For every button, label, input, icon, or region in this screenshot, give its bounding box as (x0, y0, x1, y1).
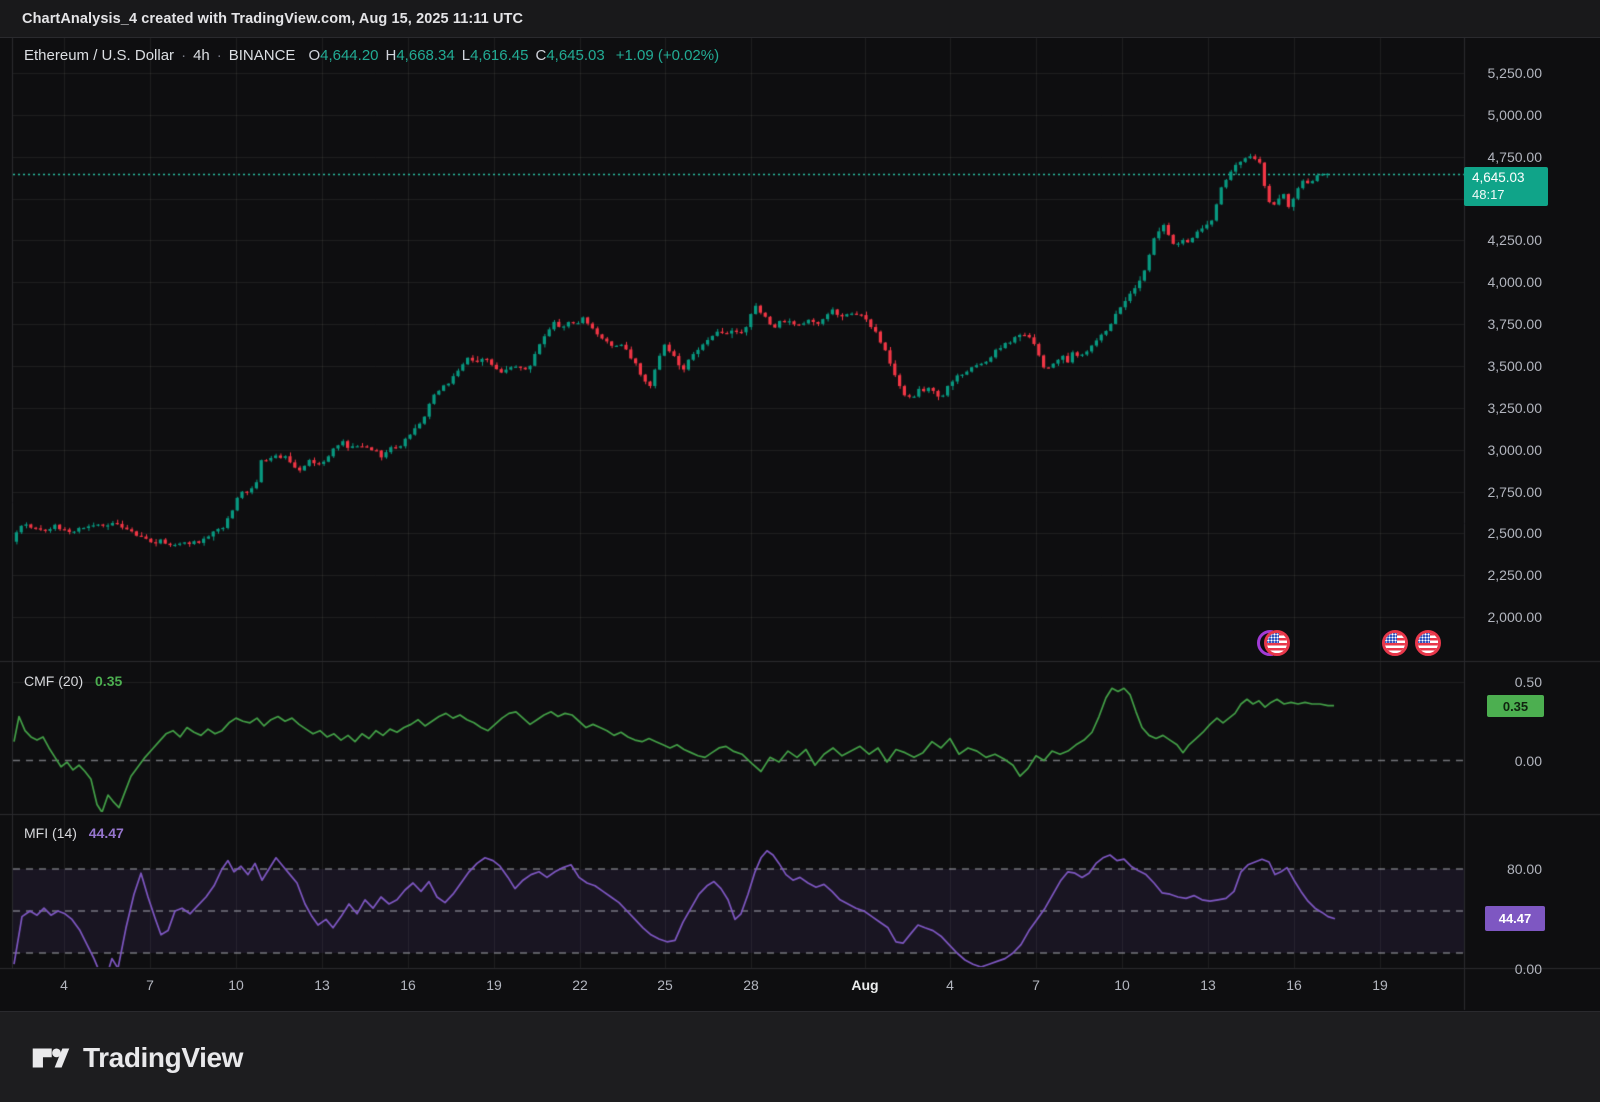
price-axis-label: 2,250.00 (1464, 567, 1542, 583)
exchange-label: BINANCE (229, 47, 296, 64)
price-axis-label: 5,000.00 (1464, 107, 1542, 123)
symbol-legend: Ethereum / U.S. Dollar · 4h · BINANCE O4… (24, 47, 719, 64)
header-bar: ChartAnalysis_4 created with TradingView… (0, 0, 1600, 38)
last-price-value: 4,645.03 (1472, 171, 1548, 185)
price-axis-label: 3,750.00 (1464, 316, 1542, 332)
time-axis-label: 4 (60, 977, 68, 993)
time-axis-label: 13 (314, 977, 330, 993)
interval-label[interactable]: 4h (193, 47, 210, 64)
price-axis-label: 3,250.00 (1464, 400, 1542, 416)
time-axis-label: 13 (1200, 977, 1216, 993)
footer-bar: TradingView (0, 1011, 1600, 1102)
legend-separator: · (181, 47, 186, 64)
change-value: +1.09 (+0.02%) (616, 47, 719, 64)
mfi-axis-label: 0.00 (1464, 961, 1542, 977)
price-axis-label: 3,500.00 (1464, 358, 1542, 374)
open-value: 4,644.20 (320, 47, 378, 64)
cmf-value-badge: 0.35 (1487, 695, 1544, 717)
time-axis-label: 22 (572, 977, 588, 993)
time-axis-label: 7 (146, 977, 154, 993)
symbol-name[interactable]: Ethereum / U.S. Dollar (24, 47, 174, 64)
high-value: 4,668.34 (396, 47, 454, 64)
flag-canton (1418, 633, 1430, 643)
low-letter: L (462, 47, 470, 64)
us-flag-event-icon[interactable] (1382, 630, 1408, 656)
close-letter: C (535, 47, 546, 64)
close-value: 4,645.03 (546, 47, 604, 64)
ohlc-close: C4,645.03 (535, 47, 604, 64)
tradingview-logo[interactable]: TradingView (32, 1042, 243, 1074)
tradingview-chart-window: ChartAnalysis_4 created with TradingView… (0, 0, 1600, 1102)
flag-canton (1385, 633, 1397, 643)
time-axis-label: 19 (486, 977, 502, 993)
cmf-axis-label: 0.00 (1464, 753, 1542, 769)
ohlc-high: H4,668.34 (386, 47, 455, 64)
cmf-axis-label: 0.50 (1464, 674, 1542, 690)
time-axis-label: 25 (657, 977, 673, 993)
price-axis-label: 2,750.00 (1464, 484, 1542, 500)
price-axis-label: 4,750.00 (1464, 149, 1542, 165)
price-axis-label: 5,250.00 (1464, 65, 1542, 81)
low-value: 4,616.45 (470, 47, 528, 64)
time-axis-label: Aug (851, 977, 878, 993)
mfi-value: 44.47 (89, 825, 124, 841)
open-letter: O (308, 47, 320, 64)
mfi-name: MFI (14) (24, 825, 77, 841)
tradingview-wordmark: TradingView (83, 1042, 243, 1074)
time-axis-label: 28 (743, 977, 759, 993)
price-axis-label: 4,250.00 (1464, 232, 1542, 248)
us-flag-event-icon[interactable] (1264, 630, 1290, 656)
price-axis-label: 2,000.00 (1464, 609, 1542, 625)
price-axis-label: 3,000.00 (1464, 442, 1542, 458)
price-axis-label: 4,000.00 (1464, 274, 1542, 290)
chart-canvas[interactable] (0, 0, 1600, 1102)
time-axis-label: 10 (228, 977, 244, 993)
flag-canton (1267, 633, 1279, 643)
ohlc-open: O4,644.20 (308, 47, 378, 64)
cmf-value: 0.35 (95, 673, 122, 689)
last-price-badge: 4,645.03 48:17 (1464, 167, 1548, 206)
mfi-value-badge: 44.47 (1485, 906, 1545, 931)
bar-countdown: 48:17 (1472, 188, 1548, 201)
time-axis-label: 7 (1032, 977, 1040, 993)
time-axis-label: 4 (946, 977, 954, 993)
header-title: ChartAnalysis_4 created with TradingView… (0, 11, 523, 27)
tradingview-logo-icon (32, 1042, 70, 1074)
mfi-axis-label: 80.00 (1464, 861, 1542, 877)
cmf-name: CMF (20) (24, 673, 83, 689)
time-axis-label: 16 (1286, 977, 1302, 993)
price-axis-label: 2,500.00 (1464, 525, 1542, 541)
cmf-indicator-title[interactable]: CMF (20) 0.35 (24, 673, 122, 689)
us-flag-event-icon[interactable] (1415, 630, 1441, 656)
time-axis-label: 16 (400, 977, 416, 993)
ohlc-low: L4,616.45 (462, 47, 529, 64)
time-axis-label: 10 (1114, 977, 1130, 993)
legend-separator: · (217, 47, 222, 64)
time-axis-label: 19 (1372, 977, 1388, 993)
high-letter: H (386, 47, 397, 64)
mfi-indicator-title[interactable]: MFI (14) 44.47 (24, 825, 124, 841)
